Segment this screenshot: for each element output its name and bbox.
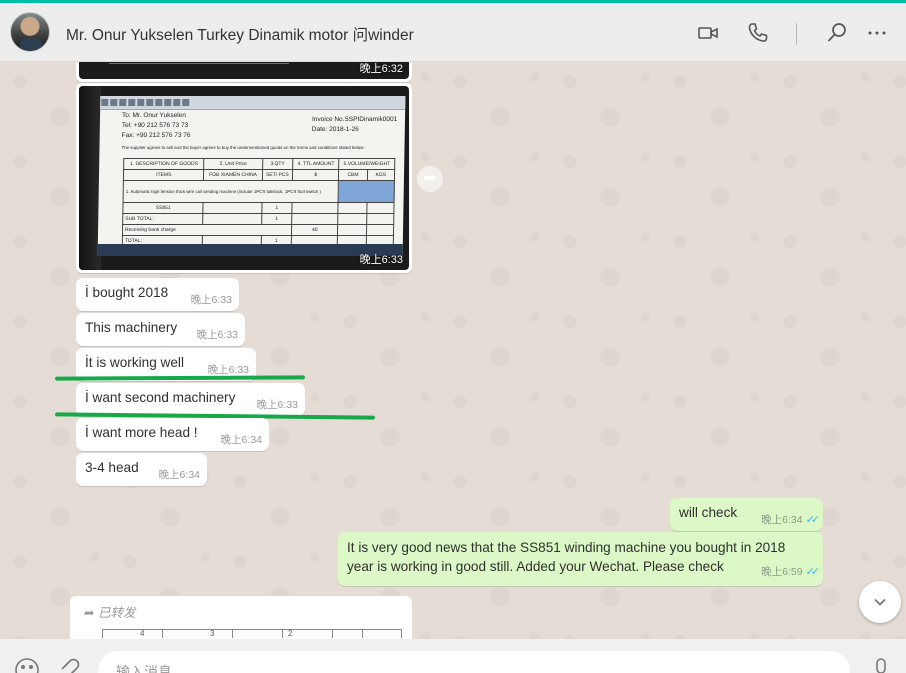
message-meta: 晚上6:59 ✓✓ [761,563,821,582]
attach-icon[interactable] [55,657,81,673]
table-cell: KGS [367,169,395,181]
table-cell [338,213,367,225]
message-text: İ want second machinery [85,390,236,405]
incoming-message[interactable]: This machinery 晚上6:33 [76,313,245,346]
table-cell: 1 [261,202,293,214]
table-cell [291,202,339,214]
incoming-message[interactable]: İ want more head ! 晚上6:34 [76,418,269,451]
table-cell: Receiving bank charge [122,224,292,236]
table-cell [337,224,367,236]
phone-icon[interactable] [746,21,770,45]
message-text: will check [679,505,738,520]
invoice-screen: To: Mr. Onur Yukselen Tel: +90 212 576 7… [97,96,406,256]
invoice-image-message[interactable]: To: Mr. Onur Yukselen Tel: +90 212 576 7… [76,83,412,273]
table-cell [366,224,394,236]
header-divider [796,23,797,45]
read-receipt-icon: ✓✓ [805,514,821,526]
table-header: 5.VOLUME/WEIGHT [338,158,395,170]
table-cell: FOB XIAMEN CHINA [203,169,263,181]
chat-header: Mr. Onur Yukselen Turkey Dinamik motor 问… [0,3,906,62]
message-input[interactable]: 输入消息 [98,651,850,673]
message-time: 晚上6:34 [220,434,262,446]
microphone-icon[interactable] [872,657,898,673]
search-icon[interactable] [825,21,849,45]
table-header: 4. TTL AMOUNT [292,158,340,170]
message-text: year is working in good still. Added you… [347,559,724,574]
table-cell: SUB TOTAL: [122,213,204,225]
photo-detail [109,63,289,64]
table-cell: 1 [261,213,292,225]
table-cell [366,213,394,225]
image-message[interactable]: 晚上6:32 [76,62,412,82]
message-text: İ want more head ! [85,425,198,440]
message-text: 3-4 head [85,460,139,475]
table-cell: SET/ PCS [261,169,293,181]
message-time: 晚上6:33 [196,329,238,341]
table-header: 3.QTY [262,158,293,170]
emoji-icon[interactable] [14,657,40,673]
invoice-fax: Fax: +90 212 576 73 76 [121,132,191,139]
machine-picture [338,180,395,203]
preview-number: 4 [140,629,145,638]
read-receipt-icon: ✓✓ [805,566,821,578]
message-time: 晚上6:33 [190,294,232,306]
more-icon[interactable] [865,21,889,45]
compose-bar: 输入消息 [0,639,906,673]
message-time: 晚上6:33 [256,399,298,411]
invoice-tel: Tel: +90 212 576 73 73 [121,122,189,129]
outgoing-message[interactable]: It is very good news that the SS851 wind… [338,532,823,586]
invoice-photo[interactable]: To: Mr. Onur Yukselen Tel: +90 212 576 7… [79,86,409,270]
table-cell: CBM [338,169,368,181]
outgoing-message[interactable]: will check 晚上6:34 ✓✓ [670,498,823,531]
message-text: This machinery [85,320,178,335]
forwarded-label: ➦ 已转发 [84,602,135,621]
message-time: 晚上6:59 [761,566,803,578]
forwarded-message[interactable]: ➦ 已转发 4 3 2 [70,596,412,639]
preview-number: 2 [288,629,293,638]
contact-name[interactable]: Mr. Onur Yukselen Turkey Dinamik motor 问… [66,23,414,45]
document-toolbar [100,96,406,110]
message-time: 晚上6:34 [158,469,200,481]
table-header: 2. Unit Price [204,158,263,170]
table-header: 1. DESCRIPTION OF GOODS [123,158,205,170]
message-time: 晚上6:33 [359,254,403,266]
table-cell: ITEMS [123,169,205,181]
incoming-message[interactable]: İ bought 2018 晚上6:33 [76,278,239,311]
table-cell: $ [292,169,339,181]
message-text: It is very good news that the SS851 wind… [347,540,786,555]
forwarded-image-preview: 4 3 2 [102,629,402,639]
message-meta: 晚上6:34 ✓✓ [761,512,821,527]
video-call-icon[interactable] [696,21,720,45]
table-cell: 40 [291,224,339,236]
invoice-date: Date: 2018-1-26 [311,126,359,133]
message-time: 晚上6:32 [359,63,403,75]
image-thumbnail[interactable]: 晚上6:32 [79,62,409,79]
invoice-number: Invoice No.SSPIDinamik0001 [311,116,398,123]
forward-arrow-icon: ➦ [84,606,95,620]
preview-number: 3 [210,629,215,638]
incoming-message[interactable]: İ want second machinery 晚上6:33 [76,383,305,416]
table-cell: SS851 [122,202,204,214]
invoice-table: 1. DESCRIPTION OF GOODS 2. Unit Price 3.… [122,158,396,247]
chevron-down-icon [874,598,886,606]
incoming-message[interactable]: 3-4 head 晚上6:34 [76,453,207,486]
item-description: 1. Automatic high tension thick wire coi… [123,180,339,203]
table-cell [291,213,339,225]
table-cell [366,202,395,214]
message-text: İ bought 2018 [85,285,169,300]
message-time: 晚上6:34 [761,514,803,526]
table-cell [338,202,367,214]
message-text: İt is working well [85,355,184,370]
contact-avatar[interactable] [10,12,50,52]
message-list[interactable]: 晚上6:32 To: Mr. Onur Yukselen Tel: +90 21… [0,62,906,639]
invoice-to: To: Mr. Onur Yukselen [121,112,186,119]
table-cell [203,202,262,214]
forward-icon[interactable]: ➦ [417,166,443,192]
highlight-underline [54,375,306,381]
taskbar [97,244,403,256]
invoice-terms: The supplier agrees to sell and the buye… [121,145,365,150]
table-cell [203,213,262,225]
scroll-down-button[interactable] [859,581,901,623]
forwarded-label-text: 已转发 [97,606,136,620]
